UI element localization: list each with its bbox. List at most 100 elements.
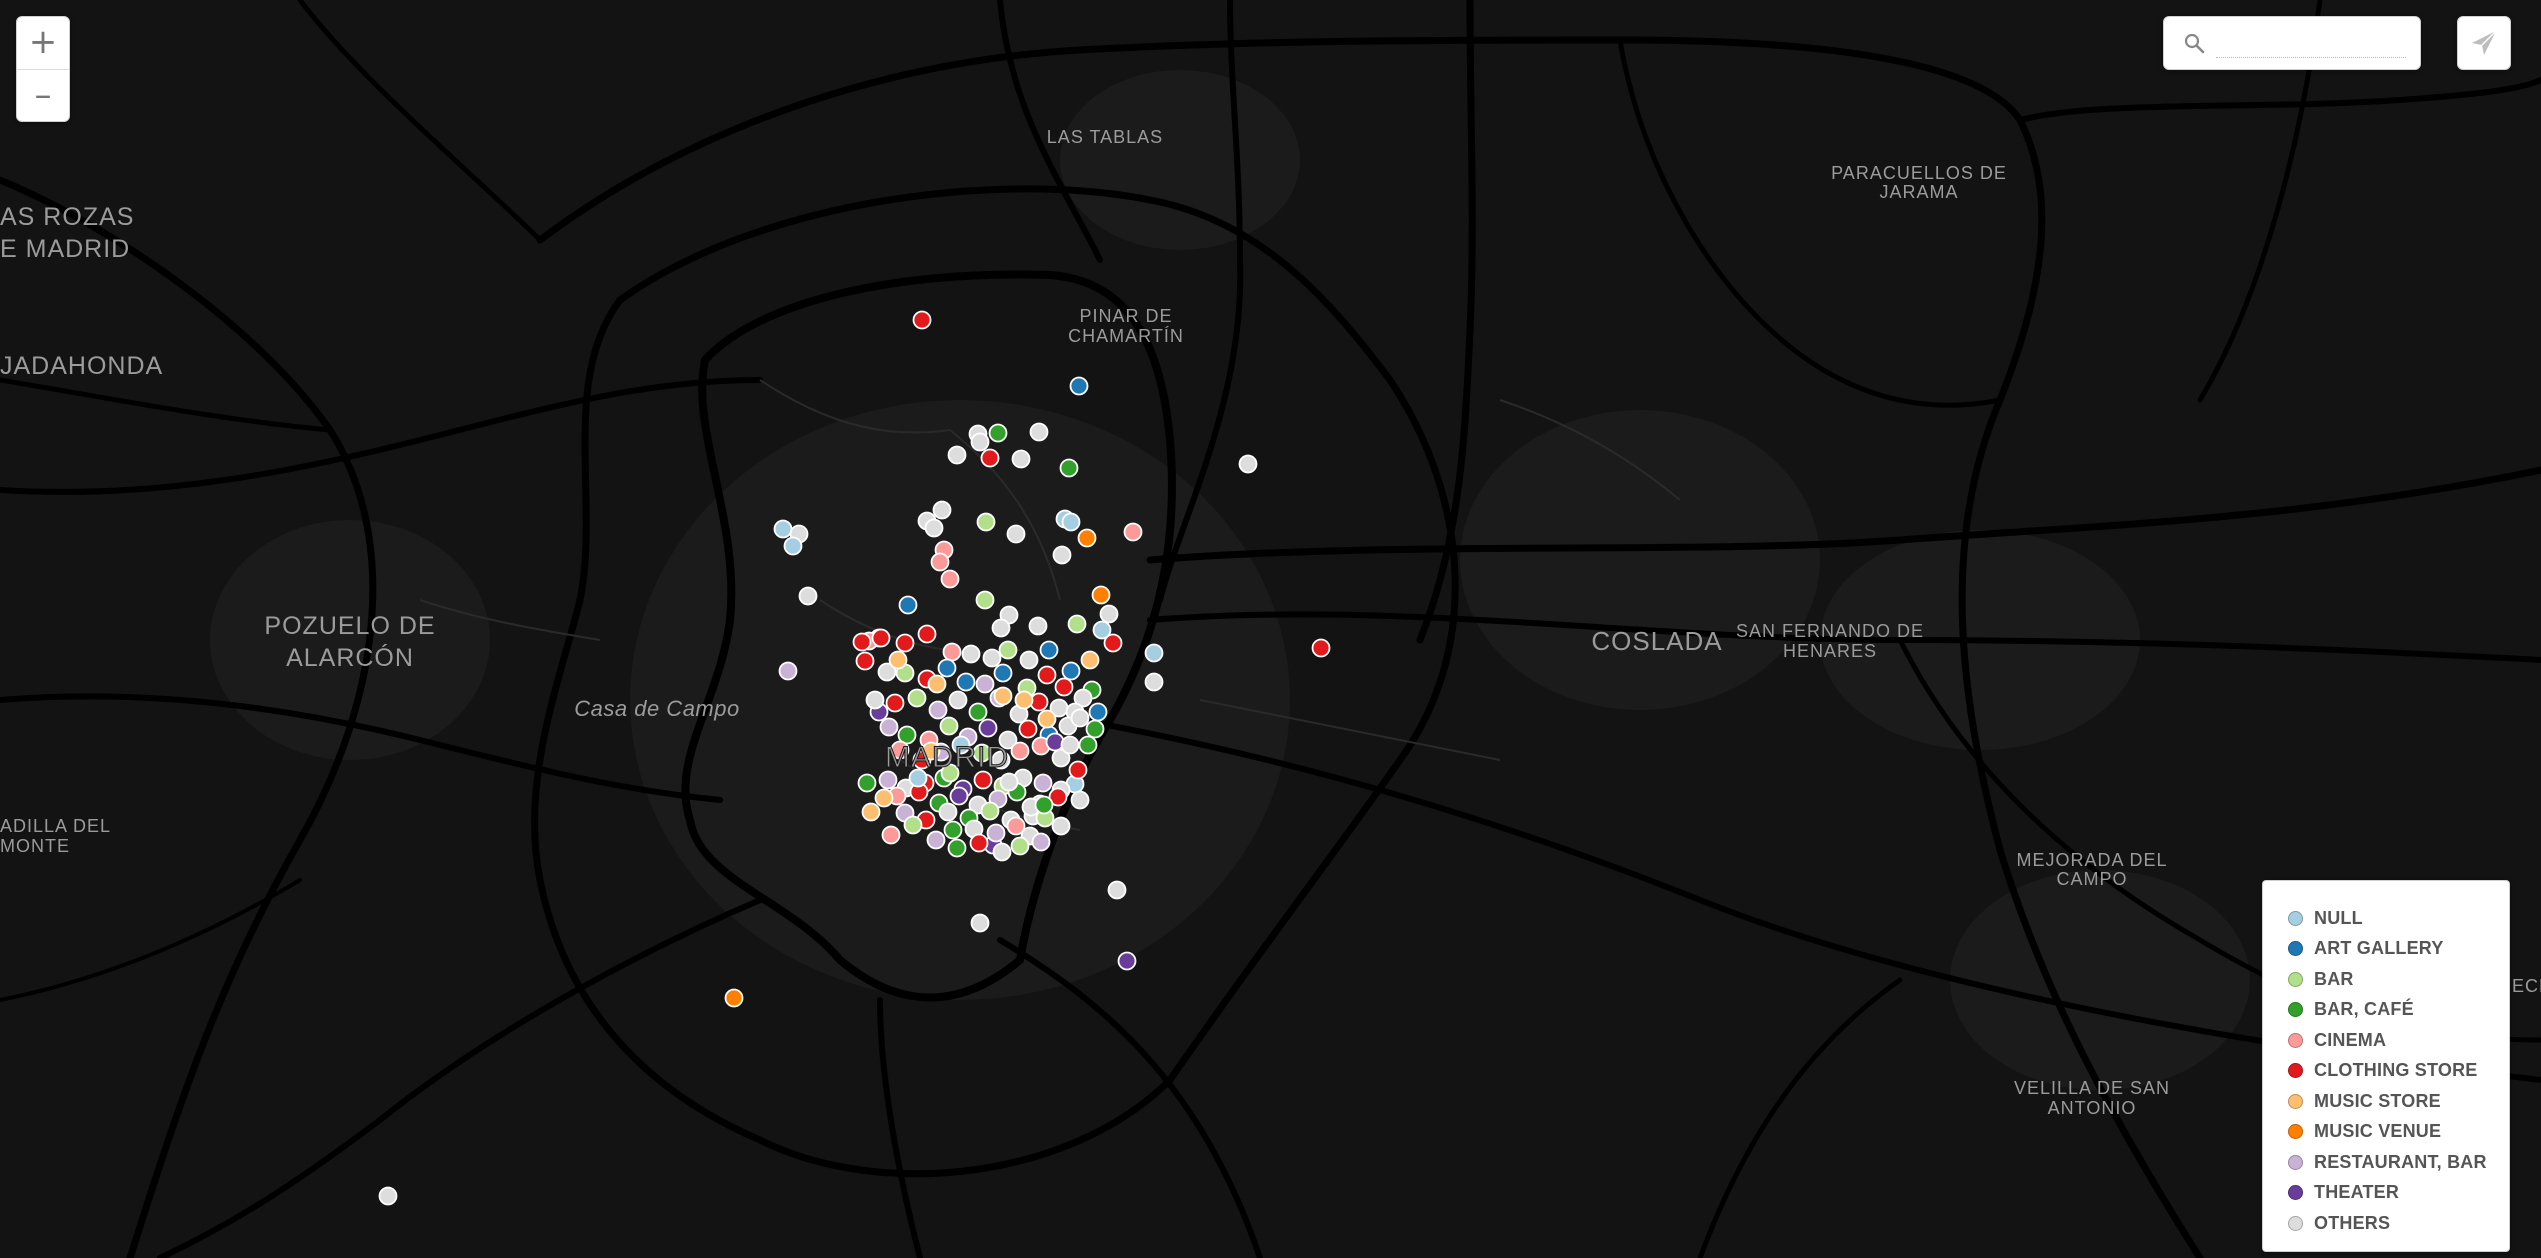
poi-marker[interactable] [1078, 735, 1098, 755]
poi-marker[interactable] [1091, 585, 1111, 605]
legend-item[interactable]: BAR, CAFÉ [2288, 995, 2509, 1026]
poi-marker[interactable] [1068, 760, 1088, 780]
poi-marker[interactable] [1070, 790, 1090, 810]
poi-marker[interactable] [1311, 638, 1331, 658]
poi-marker[interactable] [1069, 376, 1089, 396]
map-canvas[interactable]: LAS TABLAS PARACUELLOS DE JARAMA AS ROZA… [0, 0, 2541, 1258]
poi-marker[interactable] [1077, 528, 1097, 548]
poi-marker[interactable] [852, 632, 872, 652]
poi-marker[interactable] [1070, 708, 1090, 728]
poi-marker[interactable] [778, 661, 798, 681]
poi-marker[interactable] [1011, 449, 1031, 469]
poi-marker[interactable] [943, 820, 963, 840]
legend-item[interactable]: CLOTHING STORE [2288, 1056, 2509, 1087]
poi-marker[interactable] [973, 770, 993, 790]
poi-marker[interactable] [1051, 816, 1071, 836]
poi-marker[interactable] [1019, 650, 1039, 670]
poi-marker[interactable] [1010, 836, 1030, 856]
poi-marker[interactable] [930, 552, 950, 572]
poi-marker[interactable] [895, 633, 915, 653]
poi-marker[interactable] [1037, 665, 1057, 685]
poi-marker[interactable] [874, 788, 894, 808]
poi-marker[interactable] [1045, 732, 1065, 752]
search-input[interactable] [2216, 29, 2406, 58]
poi-marker[interactable] [724, 988, 744, 1008]
poi-marker[interactable] [926, 830, 946, 850]
poi-marker[interactable] [1037, 709, 1057, 729]
poi-marker[interactable] [932, 500, 952, 520]
poi-marker[interactable] [857, 773, 877, 793]
poi-marker[interactable] [1014, 690, 1034, 710]
poi-marker[interactable] [903, 815, 923, 835]
poi-marker[interactable] [939, 716, 959, 736]
poi-marker[interactable] [940, 569, 960, 589]
poi-marker[interactable] [783, 536, 803, 556]
poi-marker[interactable] [956, 672, 976, 692]
poi-marker[interactable] [917, 624, 937, 644]
poi-marker[interactable] [928, 700, 948, 720]
poi-marker[interactable] [878, 770, 898, 790]
poi-marker[interactable] [975, 590, 995, 610]
zoom-in-button[interactable]: + [17, 17, 69, 69]
poi-marker[interactable] [1006, 524, 1026, 544]
poi-marker[interactable] [1060, 735, 1080, 755]
poi-marker[interactable] [948, 690, 968, 710]
legend-item[interactable]: MUSIC STORE [2288, 1086, 2509, 1117]
poi-marker[interactable] [1059, 458, 1079, 478]
legend-item[interactable]: OTHERS [2288, 1208, 2509, 1239]
poi-marker[interactable] [1034, 795, 1054, 815]
poi-marker[interactable] [1031, 832, 1051, 852]
poi-marker[interactable] [1085, 719, 1105, 739]
legend-item[interactable]: ART GALLERY [2288, 934, 2509, 965]
locate-button[interactable] [2457, 16, 2511, 70]
poi-marker[interactable] [1039, 640, 1059, 660]
poi-marker[interactable] [1088, 702, 1108, 722]
poi-marker[interactable] [881, 825, 901, 845]
poi-marker[interactable] [865, 690, 885, 710]
poi-marker[interactable] [879, 717, 899, 737]
legend-item[interactable]: MUSIC VENUE [2288, 1117, 2509, 1148]
poi-marker[interactable] [993, 663, 1013, 683]
poi-marker[interactable] [1238, 454, 1258, 474]
poi-marker[interactable] [1029, 422, 1049, 442]
poi-marker[interactable] [999, 772, 1019, 792]
poi-marker[interactable] [937, 658, 957, 678]
poi-marker[interactable] [898, 595, 918, 615]
legend-item[interactable]: CINEMA [2288, 1025, 2509, 1056]
poi-marker[interactable] [907, 688, 927, 708]
poi-marker[interactable] [988, 423, 1008, 443]
poi-marker[interactable] [1103, 633, 1123, 653]
zoom-out-button[interactable]: – [17, 69, 69, 121]
poi-marker[interactable] [968, 702, 988, 722]
poi-marker[interactable] [970, 432, 990, 452]
poi-marker[interactable] [947, 838, 967, 858]
legend-item[interactable]: RESTAURANT, BAR [2288, 1147, 2509, 1178]
poi-marker[interactable] [947, 445, 967, 465]
poi-marker[interactable] [378, 1186, 398, 1206]
poi-marker[interactable] [1033, 773, 1053, 793]
poi-marker[interactable] [855, 651, 875, 671]
poi-marker[interactable] [861, 802, 881, 822]
poi-marker[interactable] [970, 913, 990, 933]
poi-marker[interactable] [949, 786, 969, 806]
poi-marker[interactable] [885, 693, 905, 713]
poi-marker[interactable] [980, 448, 1000, 468]
poi-marker[interactable] [991, 618, 1011, 638]
poi-marker[interactable] [888, 650, 908, 670]
legend-item[interactable]: BAR [2288, 964, 2509, 995]
poi-marker[interactable] [969, 833, 989, 853]
poi-marker[interactable] [1018, 719, 1038, 739]
poi-marker[interactable] [1052, 545, 1072, 565]
poi-marker[interactable] [993, 686, 1013, 706]
poi-marker[interactable] [1061, 661, 1081, 681]
poi-marker[interactable] [980, 801, 1000, 821]
poi-marker[interactable] [976, 512, 996, 532]
poi-marker[interactable] [1010, 741, 1030, 761]
poi-marker[interactable] [1067, 614, 1087, 634]
poi-marker[interactable] [1080, 650, 1100, 670]
poi-marker[interactable] [773, 519, 793, 539]
poi-marker[interactable] [986, 823, 1006, 843]
poi-marker[interactable] [798, 586, 818, 606]
poi-marker[interactable] [1144, 672, 1164, 692]
legend-item[interactable]: THEATER [2288, 1178, 2509, 1209]
